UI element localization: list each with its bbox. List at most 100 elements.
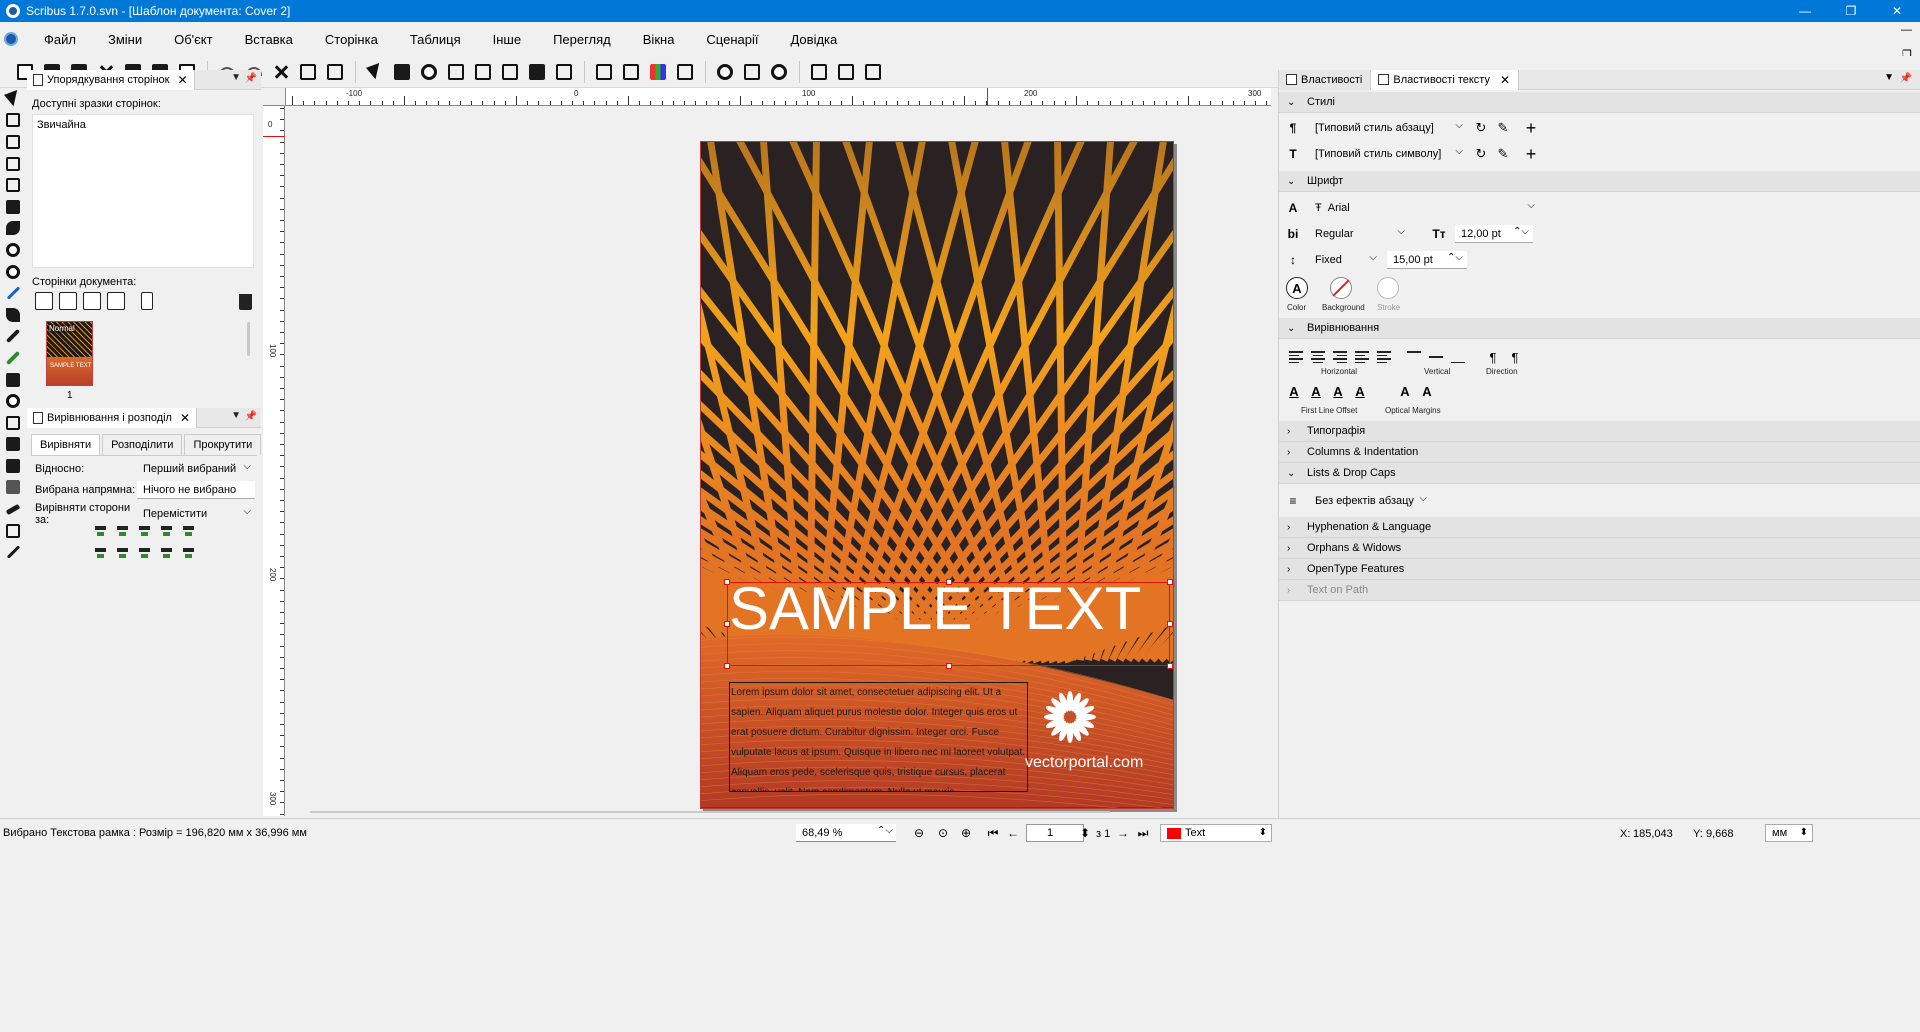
tab-properties[interactable]: Властивості [1279, 70, 1372, 90]
menu-table[interactable]: Таблиця [394, 32, 477, 47]
shape-tool[interactable] [0, 196, 26, 218]
tab-text-properties[interactable]: Властивості тексту ✕ [1371, 70, 1520, 90]
edit-style-icon[interactable]: ✎ [1495, 120, 1511, 136]
offset-line-spacing-icon[interactable]: A [1308, 383, 1324, 399]
four-fold-icon[interactable] [107, 292, 125, 310]
single-page-icon[interactable] [35, 292, 53, 310]
pdf-push-button[interactable] [808, 61, 830, 83]
close-icon[interactable]: ✕ [1500, 73, 1510, 87]
spin-arrows-icon[interactable]: ⌃⌵ [1447, 252, 1463, 263]
font-family-select[interactable]: Ŧ Arial ⌵ [1309, 199, 1539, 217]
optical-margin-right-icon[interactable]: A [1419, 383, 1435, 399]
edit-in-preview-button[interactable] [620, 61, 642, 83]
text-frame-tool[interactable] [0, 110, 26, 132]
select-tool-button[interactable] [364, 61, 386, 83]
resize-handle[interactable] [946, 579, 952, 585]
ltr-direction-icon[interactable]: ¶ [1485, 349, 1501, 365]
tab-distribute[interactable]: Розподілити [102, 434, 183, 455]
valign-bottom-icon[interactable] [1451, 351, 1465, 363]
resize-handle[interactable] [1167, 621, 1173, 627]
measure-tool[interactable] [0, 498, 26, 520]
menu-file[interactable]: Файл [28, 32, 92, 47]
bezier-tool[interactable] [0, 304, 26, 326]
link-tool-button[interactable] [553, 61, 575, 83]
polygon-tool[interactable] [0, 218, 26, 240]
resize-handle[interactable] [946, 663, 952, 669]
document-page[interactable]: SAMPLE TEXT Lorem ipsum dolor sit amet, … [700, 141, 1174, 809]
menu-edit[interactable]: Зміни [92, 32, 158, 47]
pdf-link-button[interactable] [862, 61, 884, 83]
table-tool[interactable] [0, 174, 26, 196]
resize-handle[interactable] [724, 579, 730, 585]
zoom-out-icon[interactable]: ⊖ [912, 826, 926, 840]
section-opentype[interactable]: › OpenType Features [1279, 559, 1920, 580]
calligraphic-tool[interactable] [0, 347, 26, 369]
trash-icon[interactable] [239, 294, 252, 310]
character-style-select[interactable]: [Типовий стиль символу] ⌵ [1309, 145, 1467, 163]
minimize-button[interactable]: — [1782, 0, 1828, 22]
stroke-color-button[interactable] [1377, 277, 1399, 299]
select-tool[interactable] [0, 88, 26, 110]
layer-select[interactable]: Text ⬍ [1160, 824, 1272, 842]
document-canvas[interactable]: SAMPLE TEXT Lorem ipsum dolor sit amet, … [286, 107, 1272, 816]
section-typography[interactable]: › Типографія [1279, 421, 1920, 442]
cut-button[interactable] [270, 61, 292, 83]
align-left-icon[interactable] [1289, 351, 1303, 363]
textfield-tool-button[interactable] [445, 61, 467, 83]
panel-menu-caret-icon[interactable]: ▼ [231, 410, 241, 421]
ruler-origin[interactable] [263, 88, 286, 106]
align-left-icon[interactable] [115, 523, 130, 538]
tab-scroll[interactable]: Прокрутити [184, 434, 262, 455]
section-lists[interactable]: ⌄ Lists & Drop Caps [1279, 463, 1920, 484]
add-style-icon[interactable]: + [1523, 118, 1539, 138]
drop-caps-select[interactable]: Без ефектів абзацу ⌵ [1309, 492, 1431, 510]
text-color-button[interactable]: A [1286, 277, 1308, 299]
view-preview-button[interactable] [714, 61, 736, 83]
pin-icon[interactable]: 📌 [1900, 73, 1912, 84]
zoom-tool[interactable] [0, 390, 26, 412]
close-icon[interactable]: ✕ [180, 411, 190, 425]
preview-mode-button[interactable] [593, 61, 615, 83]
view-edit-button[interactable] [741, 61, 763, 83]
visual-appearance-button[interactable] [674, 61, 696, 83]
mdi-minimize-button[interactable]: — [1901, 24, 1912, 36]
document-icon[interactable] [4, 32, 18, 46]
page-thumbnail[interactable]: Normal SAMPLE TEXT [46, 321, 93, 386]
first-page-icon[interactable]: ⏮ [986, 826, 1000, 840]
section-hyphenation[interactable]: › Hyphenation & Language [1279, 517, 1920, 538]
next-page-icon[interactable]: → [1116, 826, 1130, 840]
align-sides-select[interactable]: Перемістити ⌵ [137, 505, 255, 523]
body-text-frame[interactable]: Lorem ipsum dolor sit amet, consectetuer… [729, 682, 1028, 792]
line-spacing-field[interactable]: 15,00 pt ⌃⌵ [1387, 251, 1467, 269]
menu-windows[interactable]: Вікна [627, 32, 691, 47]
menu-view[interactable]: Перегляд [537, 32, 627, 47]
resize-handle[interactable] [724, 663, 730, 669]
close-window-button[interactable]: ✕ [1874, 0, 1920, 22]
font-size-field[interactable]: 12,00 pt ⌃⌵ [1455, 225, 1533, 243]
align-right-icon[interactable] [1333, 351, 1347, 363]
valign-top-icon[interactable] [1407, 351, 1421, 363]
combobox-tool-button[interactable] [472, 61, 494, 83]
image-frame-tool[interactable] [0, 131, 26, 153]
copy-properties-tool[interactable] [0, 520, 26, 542]
selected-text-frame[interactable] [724, 579, 1173, 669]
section-font[interactable]: ⌄ Шрифт [1279, 171, 1920, 192]
panel-menu-caret-icon[interactable]: ▼ [1884, 72, 1894, 83]
align-center-icon[interactable] [1311, 351, 1325, 363]
paste-button[interactable] [324, 61, 346, 83]
resize-handle[interactable] [1167, 663, 1173, 669]
pdf-text-field-button[interactable] [835, 61, 857, 83]
align-right-icon[interactable] [159, 523, 174, 538]
double-sided-icon[interactable] [59, 292, 77, 310]
spin-arrows-icon[interactable]: ⌃⌵ [1513, 226, 1529, 237]
radio-tool-button[interactable] [418, 61, 440, 83]
align-justify-icon[interactable] [1355, 351, 1369, 363]
valign-middle-icon[interactable] [1429, 351, 1443, 363]
align-top-icon[interactable] [115, 545, 130, 560]
horizontal-scrollbar[interactable] [310, 809, 1270, 815]
menu-page[interactable]: Сторінка [309, 32, 394, 47]
pin-icon[interactable]: 📌 [245, 411, 257, 422]
menu-insert[interactable]: Вставка [229, 32, 309, 47]
story-editor-tool[interactable] [0, 434, 26, 456]
rtl-direction-icon[interactable]: ¶ [1507, 349, 1523, 365]
